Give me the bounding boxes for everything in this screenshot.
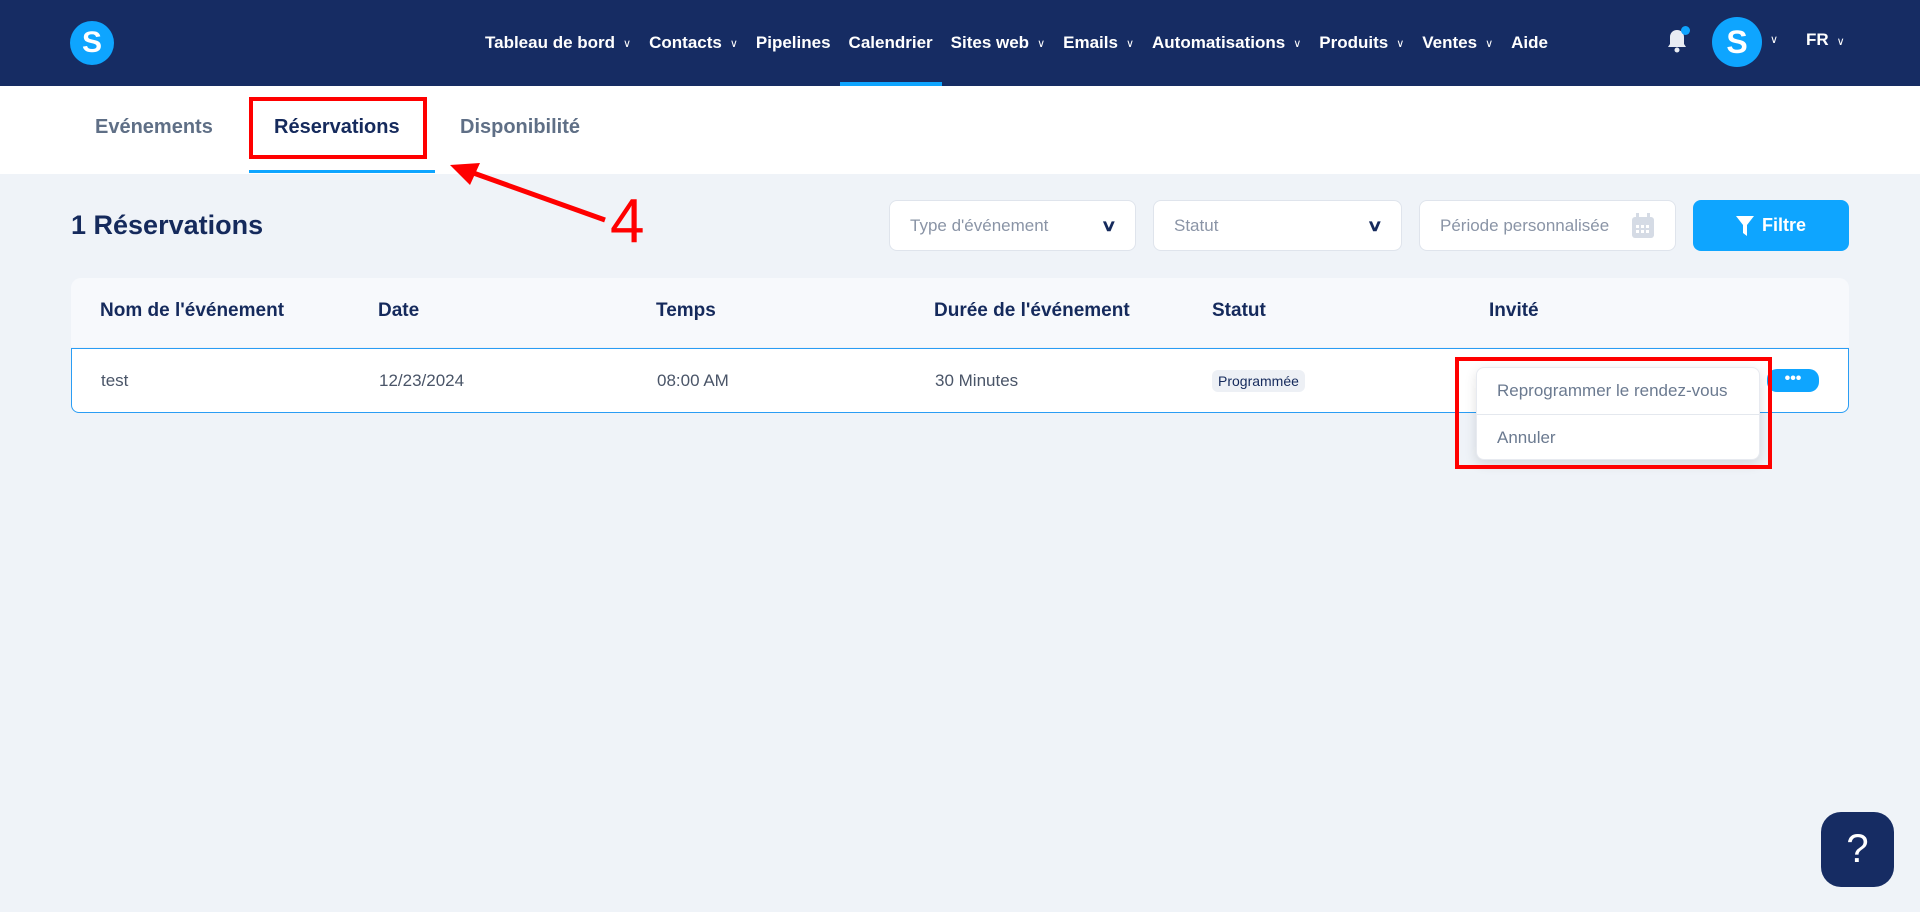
chevron-down-icon: ∨ — [1366, 217, 1384, 235]
menu-item-cancel[interactable]: Annuler — [1477, 414, 1759, 460]
nav-label: Automatisations — [1152, 33, 1286, 52]
tab-reservations[interactable]: Réservations — [274, 116, 400, 139]
nav-label: Ventes — [1422, 33, 1478, 52]
status-select[interactable]: Statut ∨ — [1153, 200, 1402, 251]
chevron-down-icon: ∨ — [1100, 217, 1118, 235]
cell-name: test — [101, 371, 129, 390]
nav-label: Emails — [1063, 33, 1118, 52]
language-label: FR — [1806, 30, 1829, 49]
actions-dropdown: Reprogrammer le rendez-vous Annuler — [1476, 367, 1760, 460]
nav-calendrier[interactable]: Calendrier — [839, 0, 942, 86]
chevron-down-icon: ∨ — [623, 37, 632, 50]
nav-label: Contacts — [649, 33, 722, 52]
bell-icon[interactable] — [1666, 26, 1690, 54]
help-button[interactable]: ? — [1821, 812, 1894, 887]
top-navbar: S Tableau de bord ∨ Contacts ∨ Pipelines C… — [0, 0, 1920, 86]
filter-icon — [1735, 215, 1754, 236]
nav-label: Calendrier — [848, 33, 933, 52]
nav-emails[interactable]: Emails ∨ — [1054, 0, 1143, 86]
nav-pipelines[interactable]: Pipelines — [747, 0, 840, 86]
active-tab-indicator — [249, 170, 435, 173]
nav-tableau-de-bord[interactable]: Tableau de bord ∨ — [476, 0, 640, 86]
tab-bar: Evénements Réservations Disponibilité — [0, 86, 1920, 174]
tab-disponibilite[interactable]: Disponibilité — [460, 116, 580, 139]
nav-label: Produits — [1319, 33, 1389, 52]
main-menu: Tableau de bord ∨ Contacts ∨ Pipelines Cal… — [476, 0, 1557, 86]
reservations-table: Nom de l'événement Date Temps Durée de l… — [71, 278, 1849, 413]
annotation-step-number: 4 — [610, 187, 645, 256]
period-date-picker[interactable]: Période personnalisée — [1419, 200, 1676, 251]
filter-button[interactable]: Filtre — [1693, 200, 1849, 251]
chevron-down-icon: ∨ — [729, 37, 738, 50]
tab-evenements[interactable]: Evénements — [95, 116, 213, 139]
more-actions-button[interactable]: ••• — [1767, 369, 1819, 392]
nav-label: Pipelines — [755, 33, 831, 52]
logo[interactable]: S — [70, 21, 114, 65]
chevron-down-icon: ∨ — [1293, 37, 1302, 50]
select-placeholder: Type d'événement — [910, 215, 1049, 235]
nav-label: Aide — [1511, 33, 1548, 52]
nav-sites-web[interactable]: Sites web ∨ — [942, 0, 1054, 86]
nav-label: Tableau de bord — [485, 33, 616, 52]
language-selector[interactable]: FR ∨ — [1806, 30, 1845, 50]
nav-label: Sites web — [950, 33, 1030, 52]
date-placeholder: Période personnalisée — [1440, 215, 1610, 235]
page-title: 1 Réservations — [71, 210, 264, 240]
cell-duration: 30 Minutes — [935, 371, 1019, 390]
chevron-down-icon: ∨ — [1037, 37, 1046, 50]
chevron-down-icon: ∨ — [1396, 37, 1405, 50]
col-header: Invité — [1489, 300, 1539, 321]
cell-time: 08:00 AM — [657, 371, 729, 390]
table-header: Nom de l'événement Date Temps Durée de l… — [71, 278, 1849, 347]
chevron-down-icon: ∨ — [1125, 37, 1134, 50]
calendar-icon — [1632, 212, 1654, 238]
filter-label: Filtre — [1761, 215, 1806, 235]
select-placeholder: Statut — [1174, 215, 1219, 235]
col-header: Durée de l'événement — [934, 300, 1130, 321]
notification-dot — [1681, 26, 1690, 35]
col-header: Date — [378, 300, 420, 321]
nav-contacts[interactable]: Contacts ∨ — [640, 0, 747, 86]
chevron-down-icon: ∨ — [1485, 37, 1494, 50]
menu-item-reschedule[interactable]: Reprogrammer le rendez-vous — [1477, 368, 1759, 414]
chevron-down-icon[interactable]: ∨ — [1770, 33, 1778, 46]
col-header: Statut — [1212, 300, 1266, 321]
status-badge: Programmée — [1212, 370, 1305, 392]
nav-aide[interactable]: Aide — [1502, 0, 1557, 86]
nav-ventes[interactable]: Ventes ∨ — [1413, 0, 1502, 86]
nav-produits[interactable]: Produits ∨ — [1310, 0, 1413, 86]
col-header: Nom de l'événement — [100, 300, 285, 321]
cell-date: 12/23/2024 — [379, 371, 465, 390]
nav-automatisations[interactable]: Automatisations ∨ — [1143, 0, 1310, 86]
avatar[interactable]: S — [1712, 17, 1762, 67]
annotation-arrow-icon — [450, 163, 606, 223]
col-header: Temps — [656, 300, 716, 321]
event-type-select[interactable]: Type d'événement ∨ — [889, 200, 1136, 251]
chevron-down-icon: ∨ — [1836, 36, 1845, 48]
